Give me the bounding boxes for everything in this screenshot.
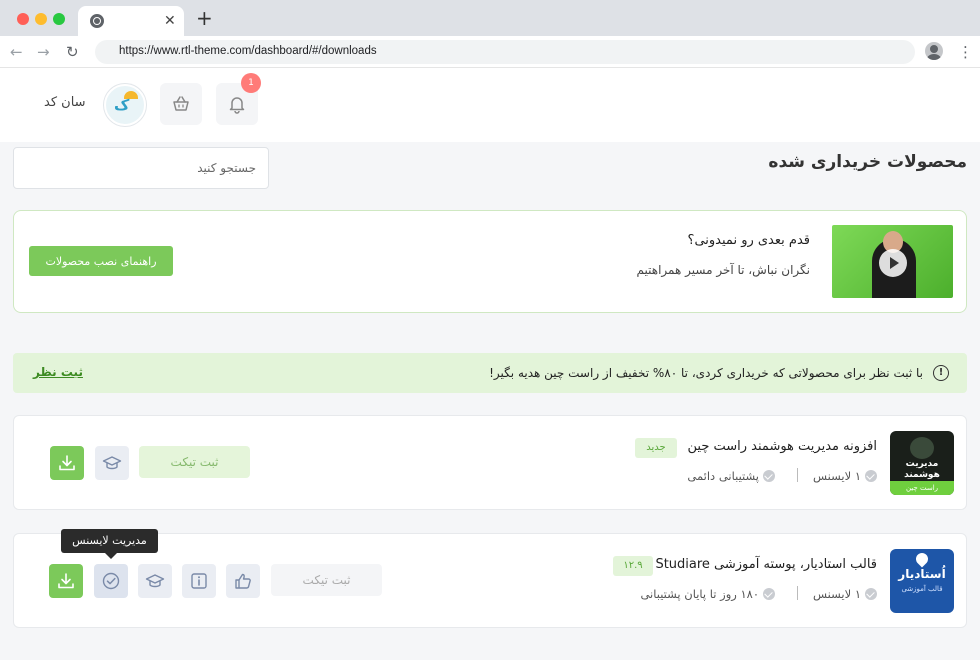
play-icon[interactable]	[879, 249, 907, 277]
browser-tab-bar: ✕ +	[0, 0, 980, 36]
tutorial-button[interactable]	[138, 564, 172, 598]
product-image[interactable]: اُستادیار قالب آموزشی	[890, 549, 954, 613]
site-header: سان کد ک	[0, 68, 980, 142]
notice-text: با ثبت نظر برای محصولاتی که خریداری کردی…	[489, 366, 923, 380]
bell-icon	[229, 97, 245, 114]
support-status-text: پشتیبانی دائمی	[687, 469, 759, 483]
info-circle-icon: !	[933, 365, 949, 381]
like-button[interactable]	[226, 564, 260, 598]
tab-close-icon[interactable]: ✕	[164, 11, 176, 31]
address-bar[interactable]: https://www.rtl-theme.com/dashboard/#/do…	[95, 40, 915, 64]
check-circle-icon	[865, 588, 877, 600]
product-card: مدیریت هوشمند راست چین افزونه مدیریت هوش…	[13, 415, 967, 510]
promo-card: قدم بعدی رو نمیدونی؟ نگران نباش، تا آخر …	[13, 210, 967, 313]
check-circle-icon	[102, 572, 120, 590]
product-image-subtext: قالب آموزشی	[901, 585, 943, 593]
promo-title: قدم بعدی رو نمیدونی؟	[687, 233, 810, 248]
tutorial-button[interactable]	[95, 446, 129, 480]
user-name[interactable]: سان کد	[44, 95, 86, 110]
download-icon	[58, 573, 74, 589]
meta-divider	[797, 468, 798, 482]
meta-divider	[797, 586, 798, 600]
thumbs-up-icon	[235, 573, 251, 589]
new-badge: جدید	[635, 438, 677, 458]
new-tab-icon[interactable]: +	[196, 8, 213, 28]
license-count-text: ۱ لایسنس	[813, 469, 861, 483]
graduation-cap-icon	[102, 456, 122, 470]
promo-video-thumbnail[interactable]	[832, 225, 953, 298]
check-circle-icon	[865, 470, 877, 482]
basket-button[interactable]	[160, 83, 202, 125]
support-status-text: ۱۸۰ روز تا پایان پشتیبانی	[640, 587, 759, 601]
window-close-dot[interactable]	[17, 13, 29, 25]
page-title: محصولات خریداری شده	[768, 152, 967, 172]
product-info-button[interactable]	[182, 564, 216, 598]
version-badge: ۱۲.۹	[613, 556, 653, 576]
product-title[interactable]: قالب استادیار، پوسته آموزشی Studiare	[655, 557, 877, 572]
submit-ticket-button[interactable]: ثبت تیکت	[139, 446, 250, 478]
support-status: ۱۸۰ روز تا پایان پشتیبانی	[14, 587, 775, 601]
download-button[interactable]	[49, 564, 83, 598]
review-notice-bar: ! با ثبت نظر برای محصولاتی که خریداری کر…	[13, 353, 967, 393]
profile-icon[interactable]	[925, 42, 943, 60]
product-title[interactable]: افزونه مدیریت هوشمند راست چین	[688, 439, 877, 454]
url-text[interactable]: https://www.rtl-theme.com/dashboard/#/do…	[119, 45, 377, 57]
license-count: ۱ لایسنس	[813, 587, 877, 601]
install-guide-button[interactable]: راهنمای نصب محصولات	[29, 246, 173, 276]
product-image-text: مدیریت هوشمند	[904, 459, 940, 480]
product-image[interactable]: مدیریت هوشمند راست چین	[890, 431, 954, 495]
check-circle-icon	[763, 470, 775, 482]
license-management-button[interactable]	[94, 564, 128, 598]
submit-ticket-button[interactable]: ثبت تیکت	[271, 564, 382, 596]
license-management-tooltip: مدیریت لایسنس	[61, 529, 158, 559]
search-input[interactable]	[13, 147, 269, 189]
chrome-icon	[90, 14, 104, 28]
browser-menu-icon[interactable]: ⋮	[958, 42, 973, 62]
product-image-text: اُستادیار	[898, 567, 946, 581]
browser-toolbar: ← → ↻ https://www.rtl-theme.com/dashboar…	[0, 36, 980, 68]
back-icon[interactable]: ←	[10, 42, 23, 62]
window-minimize-dot[interactable]	[35, 13, 47, 25]
forward-icon[interactable]: →	[37, 42, 50, 62]
download-button[interactable]	[50, 446, 84, 480]
license-count-text: ۱ لایسنس	[813, 587, 861, 601]
avatar[interactable]: ک	[104, 84, 146, 126]
basket-icon	[173, 96, 189, 111]
submit-review-link[interactable]: ثبت نظر	[33, 365, 83, 379]
product-image-band: راست چین	[890, 481, 954, 495]
avatar-logo-icon: ک	[114, 96, 130, 114]
reload-icon[interactable]: ↻	[66, 42, 79, 62]
graduation-cap-icon	[145, 574, 165, 588]
download-icon	[59, 455, 75, 471]
product-image-figure	[910, 437, 934, 459]
license-count: ۱ لایسنس	[813, 469, 877, 483]
location-pin-icon	[913, 550, 931, 568]
browser-tab[interactable]: ✕	[78, 6, 184, 36]
check-circle-icon	[763, 588, 775, 600]
promo-subtitle: نگران نباش، تا آخر مسیر همراهتیم	[636, 263, 810, 277]
info-square-icon	[191, 573, 207, 589]
notification-count-badge: 1	[241, 73, 261, 93]
window-maximize-dot[interactable]	[53, 13, 65, 25]
